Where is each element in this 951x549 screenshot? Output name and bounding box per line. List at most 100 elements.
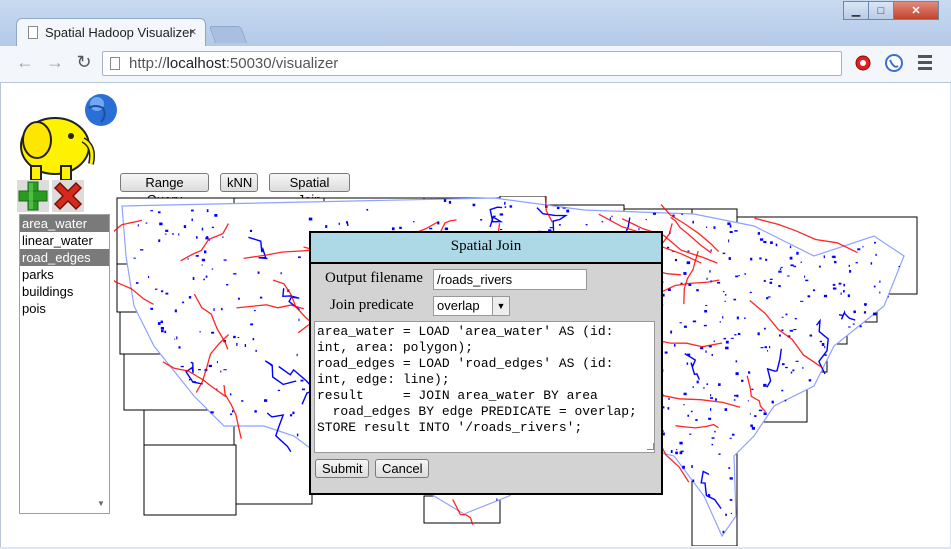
water-feature — [800, 261, 802, 263]
water-feature — [821, 343, 825, 346]
water-feature — [205, 237, 209, 240]
water-feature — [749, 413, 751, 415]
water-feature — [747, 400, 749, 402]
minimize-button[interactable]: ▁ — [843, 1, 869, 20]
water-feature — [229, 393, 232, 396]
browser-tab[interactable]: Spatial Hadoop Visualizer × — [16, 18, 206, 46]
layer-item[interactable]: pois — [20, 300, 109, 317]
water-feature — [857, 248, 861, 251]
water-feature — [735, 360, 738, 363]
water-feature — [879, 291, 881, 294]
output-filename-input[interactable] — [433, 269, 587, 290]
water-feature — [253, 309, 256, 312]
layer-item[interactable]: parks — [20, 266, 109, 283]
layer-item[interactable]: road_edges — [20, 249, 109, 266]
water-feature — [201, 227, 204, 231]
maximize-button[interactable]: □ — [868, 1, 894, 20]
water-feature — [807, 295, 811, 298]
water-feature — [237, 336, 240, 339]
reload-icon[interactable]: ↻ — [73, 52, 95, 73]
water-feature — [751, 388, 754, 390]
water-feature — [812, 289, 816, 292]
close-button[interactable]: ✕ — [893, 1, 939, 20]
water-feature — [199, 331, 201, 333]
water-feature — [736, 316, 739, 320]
water-feature — [690, 410, 693, 413]
window-controls: ▁ □ ✕ — [843, 1, 939, 21]
water-feature — [696, 380, 699, 384]
water-feature — [710, 394, 712, 397]
water-feature — [847, 326, 851, 328]
extension-phone-icon[interactable] — [884, 53, 904, 73]
water-feature — [683, 272, 687, 275]
spatial-join-dialog: Spatial Join Output filename Join predic… — [309, 231, 663, 495]
water-feature — [875, 253, 877, 256]
water-feature — [790, 264, 794, 267]
water-feature — [296, 353, 298, 357]
new-tab-button[interactable] — [208, 26, 248, 43]
water-feature — [728, 257, 731, 260]
water-feature — [757, 232, 760, 235]
back-icon[interactable]: ← — [14, 52, 36, 73]
water-feature — [767, 350, 769, 352]
water-feature — [164, 330, 167, 334]
water-feature — [789, 329, 794, 332]
water-feature — [754, 415, 757, 418]
water-feature — [391, 227, 395, 231]
layer-list[interactable]: area_water linear_water road_edges parks bui… — [19, 214, 110, 514]
water-feature — [778, 285, 781, 288]
water-feature — [585, 223, 588, 226]
layer-item[interactable]: buildings — [20, 283, 109, 300]
water-feature — [222, 236, 224, 238]
water-feature — [559, 224, 561, 226]
browser-menu-icon[interactable] — [918, 55, 932, 73]
join-predicate-select[interactable]: overlap ▼ — [433, 296, 510, 316]
extension-gear-icon[interactable] — [853, 53, 873, 73]
water-feature — [346, 223, 349, 226]
output-filename-label: Output filename — [325, 270, 423, 286]
water-feature — [601, 221, 604, 223]
tab-close-icon[interactable]: × — [189, 24, 197, 39]
water-feature — [504, 201, 506, 205]
water-feature — [231, 410, 234, 413]
cancel-button[interactable]: Cancel — [375, 459, 429, 478]
water-feature — [722, 316, 724, 319]
water-feature — [670, 330, 673, 334]
water-feature — [230, 413, 233, 416]
water-feature — [686, 362, 689, 365]
add-layer-icon[interactable] — [17, 180, 49, 212]
water-feature — [689, 433, 692, 435]
water-feature — [691, 465, 693, 468]
layer-item[interactable]: linear_water — [20, 232, 109, 249]
pigeon-script-textarea[interactable]: area_water = LOAD 'area_water' AS (id: i… — [314, 321, 655, 453]
submit-button[interactable]: Submit — [315, 459, 369, 478]
water-feature — [188, 296, 192, 299]
address-bar[interactable]: http://localhost:50030/visualizer — [102, 51, 842, 76]
water-feature — [157, 322, 161, 325]
water-feature — [724, 300, 726, 302]
water-feature — [203, 278, 205, 281]
water-feature — [692, 386, 694, 389]
knn-button[interactable]: kNN — [220, 173, 258, 192]
water-feature — [204, 250, 207, 254]
water-feature — [137, 224, 139, 227]
water-feature — [652, 212, 656, 215]
scroll-down-icon[interactable]: ▼ — [97, 499, 105, 508]
water-feature — [562, 207, 566, 209]
water-feature — [703, 324, 707, 327]
water-feature — [793, 329, 797, 331]
water-feature — [172, 233, 174, 235]
water-feature — [216, 361, 218, 364]
spatial-join-button[interactable]: Spatial Join — [269, 173, 350, 207]
water-feature — [730, 337, 734, 339]
water-feature — [686, 261, 691, 265]
hadoop-elephant-logo — [20, 94, 117, 181]
layer-item[interactable]: area_water — [20, 215, 109, 232]
forward-icon[interactable]: → — [44, 52, 66, 73]
remove-layer-icon[interactable] — [52, 180, 84, 212]
resize-grip-icon[interactable] — [647, 443, 654, 450]
water-feature — [723, 337, 726, 340]
water-feature — [238, 297, 240, 300]
water-feature — [887, 296, 889, 298]
range-query-button[interactable]: Range Query — [120, 173, 209, 207]
